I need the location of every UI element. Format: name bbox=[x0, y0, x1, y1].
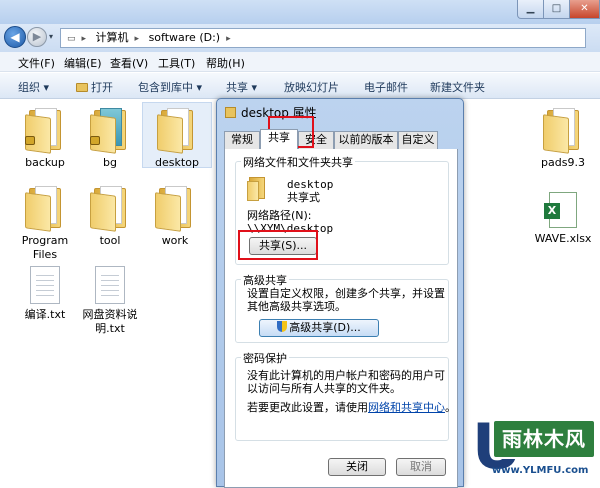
hint-prefix: 若要更改此设置，请使用 bbox=[247, 401, 368, 414]
watermark-url: www.YLMFU.com bbox=[492, 465, 589, 476]
group-title: 网络文件和文件夹共享 bbox=[241, 154, 355, 170]
menu-view[interactable]: 查看(V) bbox=[110, 55, 148, 71]
tab-previous-versions[interactable]: 以前的版本 bbox=[334, 131, 398, 149]
folder-icon bbox=[155, 186, 195, 232]
network-sharing-center-link[interactable]: 网络和共享中心 bbox=[368, 401, 445, 414]
folder-work[interactable]: work bbox=[140, 186, 210, 248]
file-label: 网盘资料说明.txt bbox=[82, 308, 138, 335]
file-label: Program Files bbox=[21, 234, 69, 261]
chevron-right-icon[interactable]: ▸ bbox=[226, 34, 231, 44]
command-bar: 组织 ▾ 打开 包含到库中 ▾ 共享 ▾ 放映幻灯片 电子邮件 新建文件夹 bbox=[0, 73, 600, 99]
folder-icon bbox=[25, 186, 65, 232]
group-title: 密码保护 bbox=[241, 350, 289, 366]
folder-backup[interactable]: backup bbox=[10, 108, 80, 170]
tab-general[interactable]: 常规 bbox=[224, 131, 260, 149]
include-in-library-button[interactable]: 包含到库中 ▾ bbox=[138, 79, 202, 95]
folder-desktop[interactable]: desktop bbox=[142, 108, 212, 170]
minimize-button[interactable]: ▁ bbox=[517, 0, 544, 19]
network-path-label: 网络路径(N): bbox=[247, 209, 312, 222]
window-titlebar: ▁ □ ✕ bbox=[0, 0, 600, 24]
folder-icon bbox=[157, 108, 197, 154]
cancel-button[interactable]: 取消 bbox=[396, 458, 446, 476]
folder-tool[interactable]: tool bbox=[75, 186, 145, 248]
recent-pages-dropdown[interactable]: ▾ bbox=[49, 32, 53, 41]
chevron-right-icon[interactable]: ▸ bbox=[135, 34, 140, 44]
maximize-button[interactable]: □ bbox=[543, 0, 570, 19]
breadcrumb-drive[interactable]: software (D:) bbox=[149, 31, 221, 44]
forward-button[interactable]: ▶ bbox=[27, 27, 47, 47]
folder-bg[interactable]: bg bbox=[75, 108, 145, 170]
folder-program-files[interactable]: Program Files bbox=[10, 186, 80, 262]
share-button-highlight bbox=[238, 230, 318, 260]
close-window-button[interactable]: ✕ bbox=[569, 0, 600, 19]
navigation-bar: ◀ ▶ ▾ ▭ ▸ 计算机 ▸ software (D:) ▸ bbox=[0, 24, 600, 52]
hint-suffix: 。 bbox=[445, 401, 456, 414]
file-label: pads9.3 bbox=[541, 156, 585, 169]
folder-pads[interactable]: pads9.3 bbox=[528, 108, 598, 170]
folder-icon bbox=[543, 108, 583, 154]
shared-folder-name: desktop bbox=[287, 178, 334, 191]
site-watermark: U 雨林木风 www.YLMFU.com bbox=[472, 415, 600, 487]
maximize-icon: □ bbox=[551, 3, 562, 14]
text-file-icon bbox=[95, 266, 125, 304]
chevron-right-icon: ▸ bbox=[81, 34, 87, 44]
advanced-sharing-button[interactable]: 高级共享(D)... bbox=[259, 319, 379, 337]
sharing-panel: 网络文件和文件夹共享 desktop 共享式 网络路径(N): \\XYM\de… bbox=[224, 149, 458, 488]
minimize-icon: ▁ bbox=[526, 3, 535, 14]
folder-icon bbox=[90, 186, 130, 232]
shared-folder-icon bbox=[247, 177, 267, 201]
uac-shield-icon bbox=[277, 321, 288, 332]
menu-help[interactable]: 帮助(H) bbox=[206, 55, 245, 71]
file-bianyi-txt[interactable]: 编译.txt bbox=[10, 266, 80, 322]
close-icon: ✕ bbox=[580, 3, 589, 14]
tab-customize[interactable]: 自定义 bbox=[398, 131, 438, 149]
watermark-logo: 雨林木风 bbox=[492, 419, 596, 459]
open-label: 打开 bbox=[91, 81, 113, 94]
file-label: backup bbox=[25, 156, 65, 169]
password-change-hint: 若要更改此设置，请使用网络和共享中心。 bbox=[247, 401, 457, 414]
password-protection-description: 没有此计算机的用户帐户和密码的用户可以访问与所有人共享的文件夹。 bbox=[247, 369, 445, 395]
share-status: 共享式 bbox=[287, 191, 320, 204]
properties-dialog: desktop 属性 常规 共享 安全 以前的版本 自定义 网络文件和文件夹共享… bbox=[216, 98, 464, 488]
address-bar[interactable]: ▭ ▸ 计算机 ▸ software (D:) ▸ bbox=[60, 28, 586, 48]
back-button[interactable]: ◀ bbox=[4, 26, 26, 48]
tab-sharing[interactable]: 共享 bbox=[260, 129, 298, 149]
excel-file-icon: X bbox=[544, 192, 577, 228]
advanced-sharing-button-label: 高级共享(D)... bbox=[289, 321, 361, 334]
file-label: desktop bbox=[155, 156, 199, 169]
new-folder-button[interactable]: 新建文件夹 bbox=[430, 79, 485, 95]
open-button[interactable]: 打开 bbox=[76, 79, 113, 95]
open-icon bbox=[76, 83, 88, 92]
menu-tools[interactable]: 工具(T) bbox=[158, 55, 195, 71]
menu-bar: 文件(F) 编辑(E) 查看(V) 工具(T) 帮助(H) bbox=[0, 52, 600, 72]
computer-icon: ▭ bbox=[67, 34, 76, 44]
folder-icon bbox=[225, 107, 236, 118]
breadcrumb-computer[interactable]: 计算机 bbox=[96, 31, 129, 44]
file-label: work bbox=[161, 234, 189, 247]
locked-folder-icon bbox=[90, 108, 130, 154]
menu-edit[interactable]: 编辑(E) bbox=[64, 55, 102, 71]
menu-file[interactable]: 文件(F) bbox=[18, 55, 55, 71]
file-wangpan-txt[interactable]: 网盘资料说明.txt bbox=[75, 266, 145, 336]
share-with-button[interactable]: 共享 ▾ bbox=[226, 79, 257, 95]
file-label: WAVE.xlsx bbox=[534, 232, 592, 245]
file-label: 编译.txt bbox=[24, 308, 66, 321]
organize-button[interactable]: 组织 ▾ bbox=[18, 79, 49, 95]
email-button[interactable]: 电子邮件 bbox=[364, 79, 408, 95]
file-label: bg bbox=[103, 156, 117, 169]
locked-folder-icon bbox=[25, 108, 65, 154]
advanced-sharing-description: 设置自定义权限，创建多个共享，并设置其他高级共享选项。 bbox=[247, 287, 445, 313]
file-label: tool bbox=[99, 234, 121, 247]
close-button[interactable]: 关闭 bbox=[328, 458, 386, 476]
file-wave-xlsx[interactable]: X WAVE.xlsx bbox=[528, 192, 598, 246]
slideshow-button[interactable]: 放映幻灯片 bbox=[284, 79, 339, 95]
group-title: 高级共享 bbox=[241, 272, 289, 288]
text-file-icon bbox=[30, 266, 60, 304]
